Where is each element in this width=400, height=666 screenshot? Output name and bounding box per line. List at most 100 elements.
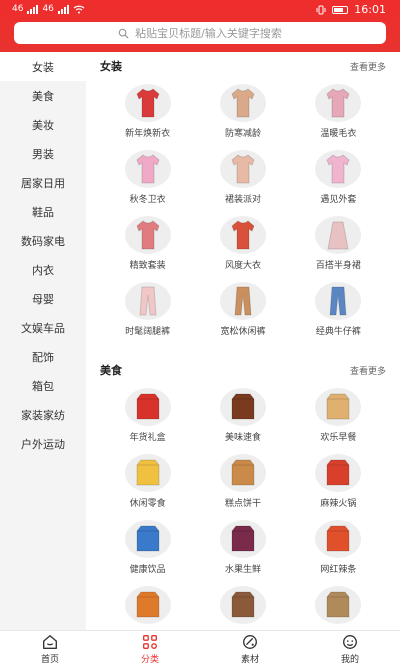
product-category-label: 秋冬卫衣: [129, 195, 166, 205]
product-category-item[interactable]: 精致套装: [100, 210, 195, 276]
product-category-item[interactable]: 年货礼盒: [100, 382, 195, 448]
category-content: 女装 查看更多 新年焕新衣 防寒减龄 温暖毛衣秋冬卫衣 裙装派对 遇见外套精致套装 风度大…: [86, 52, 400, 630]
sidebar-item-baby[interactable]: 母婴: [0, 284, 86, 313]
instant-food-icon: [231, 393, 255, 420]
cookies-icon: [231, 459, 255, 486]
product-category-label: 时髦阔腿裤: [125, 327, 171, 337]
sidebar-item-label: 男装: [32, 147, 54, 161]
material-icon: [243, 634, 257, 649]
tab-profile[interactable]: 我的: [300, 631, 400, 666]
sidebar-item-home[interactable]: 居家日用: [0, 168, 86, 197]
tab-label: 素材: [240, 654, 259, 665]
chocolate-icon: [326, 591, 350, 618]
product-category-item[interactable]: 蜜饯果干: [100, 580, 195, 630]
view-more-link[interactable]: 查看更多: [350, 60, 386, 73]
dress-set-icon: [136, 220, 160, 250]
section-header: 女装 查看更多: [100, 52, 386, 78]
section-title: 美食: [100, 364, 122, 377]
product-category-item[interactable]: 风度大衣: [195, 210, 290, 276]
signal-label-1: 46: [12, 4, 24, 14]
product-category-item[interactable]: 网红辣条: [291, 514, 386, 580]
product-thumbnail: [219, 454, 266, 492]
product-category-item[interactable]: 宽松休闲裤: [195, 276, 290, 342]
product-thumbnail: [124, 586, 171, 624]
product-thumbnail: [219, 586, 266, 624]
product-category-label: 百搭半身裙: [315, 261, 361, 271]
product-category-label: 宽松休闲裤: [220, 327, 266, 337]
product-thumbnail: [124, 150, 171, 188]
sidebar-item-food[interactable]: 美食: [0, 81, 86, 110]
tab-home[interactable]: 首页: [0, 631, 100, 666]
product-category-label: 新年焕新衣: [125, 129, 171, 139]
sidebar-item-label: 箱包: [32, 379, 54, 393]
sidebar-item-label: 家装家纺: [21, 408, 65, 422]
product-thumbnail: [124, 454, 171, 492]
view-more-link[interactable]: 查看更多: [350, 364, 386, 377]
sidebar-item-digital[interactable]: 数码家电: [0, 226, 86, 255]
tab-category[interactable]: 分类: [100, 631, 200, 666]
product-category-item[interactable]: 欢乐早餐: [291, 382, 386, 448]
product-category-item[interactable]: 秋冬卫衣: [100, 144, 195, 210]
coat-icon: [231, 88, 255, 118]
product-category-label: 风度大衣: [224, 261, 261, 271]
section-header: 美食 查看更多: [100, 356, 386, 382]
search-icon: [118, 28, 129, 39]
sidebar-item-entertainment[interactable]: 文娱车品: [0, 313, 86, 342]
product-category-label: 水果生鲜: [224, 565, 261, 575]
product-thumbnail: [315, 282, 362, 320]
product-thumbnail: [315, 84, 362, 122]
product-category-item[interactable]: 糖果巧克力: [291, 580, 386, 630]
product-category-item[interactable]: 防寒减龄: [195, 78, 290, 144]
pants-icon: [139, 286, 157, 316]
product-thumbnail: [124, 282, 171, 320]
search-input[interactable]: 粘贴宝贝标题/输入关键字搜索: [14, 22, 386, 44]
sidebar-item-outdoor[interactable]: 户外运动: [0, 429, 86, 458]
gift-box-icon: [136, 393, 160, 420]
product-category-item[interactable]: 休闲零食: [100, 448, 195, 514]
product-thumbnail: [219, 282, 266, 320]
product-thumbnail: [124, 520, 171, 558]
fruit-icon: [231, 525, 255, 552]
product-category-item[interactable]: 温暖毛衣: [291, 78, 386, 144]
product-category-label: 欢乐早餐: [320, 433, 357, 443]
tab-material[interactable]: 素材: [200, 631, 300, 666]
product-category-item[interactable]: 经典牛仔裤: [291, 276, 386, 342]
nuts-icon: [231, 591, 255, 618]
skirt-icon: [327, 221, 349, 250]
hoodie-icon: [136, 154, 160, 184]
sidebar-item-furnishing[interactable]: 家装家纺: [0, 400, 86, 429]
sidebar-item-womens[interactable]: 女装: [0, 52, 86, 81]
product-thumbnail: [124, 388, 171, 426]
sidebar-item-label: 户外运动: [21, 437, 65, 451]
header: 46 46 16:01 粘贴宝贝标题/输入关键字搜索: [0, 0, 400, 52]
product-category-item[interactable]: 百搭半身裙: [291, 210, 386, 276]
sidebar-item-beauty[interactable]: 美妆: [0, 110, 86, 139]
section-womens: 女装 查看更多 新年焕新衣 防寒减龄 温暖毛衣秋冬卫衣 裙装派对 遇见外套精致套装 风度大…: [86, 52, 400, 342]
product-category-item[interactable]: 健康饮品: [100, 514, 195, 580]
product-thumbnail: [219, 520, 266, 558]
product-category-item[interactable]: 遇见外套: [291, 144, 386, 210]
hotpot-icon: [326, 459, 350, 486]
sidebar-item-mens[interactable]: 男装: [0, 139, 86, 168]
product-category-item[interactable]: 新年焕新衣: [100, 78, 195, 144]
product-category-item[interactable]: 美味速食: [195, 382, 290, 448]
sidebar-item-shoes[interactable]: 鞋品: [0, 197, 86, 226]
drinks-icon: [136, 525, 160, 552]
category-icon: [143, 634, 157, 649]
product-thumbnail: [315, 150, 362, 188]
dress-icon: [231, 154, 255, 184]
product-category-item[interactable]: 智慧坚果: [195, 580, 290, 630]
sidebar-item-bags[interactable]: 箱包: [0, 371, 86, 400]
product-category-item[interactable]: 水果生鲜: [195, 514, 290, 580]
product-category-item[interactable]: 麻辣火锅: [291, 448, 386, 514]
product-category-item[interactable]: 时髦阔腿裤: [100, 276, 195, 342]
product-category-label: 防寒减龄: [224, 129, 261, 139]
signal-icon: [27, 4, 39, 14]
knit-sweater-icon: [326, 88, 350, 118]
snack-bag-icon: [136, 459, 160, 486]
product-category-item[interactable]: 糕点饼干: [195, 448, 290, 514]
sidebar-item-underwear[interactable]: 内衣: [0, 255, 86, 284]
sidebar-item-accessories[interactable]: 配饰: [0, 342, 86, 371]
product-category-item[interactable]: 裙装派对: [195, 144, 290, 210]
product-grid: 新年焕新衣 防寒减龄 温暖毛衣秋冬卫衣 裙装派对 遇见外套精致套装 风度大衣 百搭半身裙时髦…: [100, 78, 386, 342]
